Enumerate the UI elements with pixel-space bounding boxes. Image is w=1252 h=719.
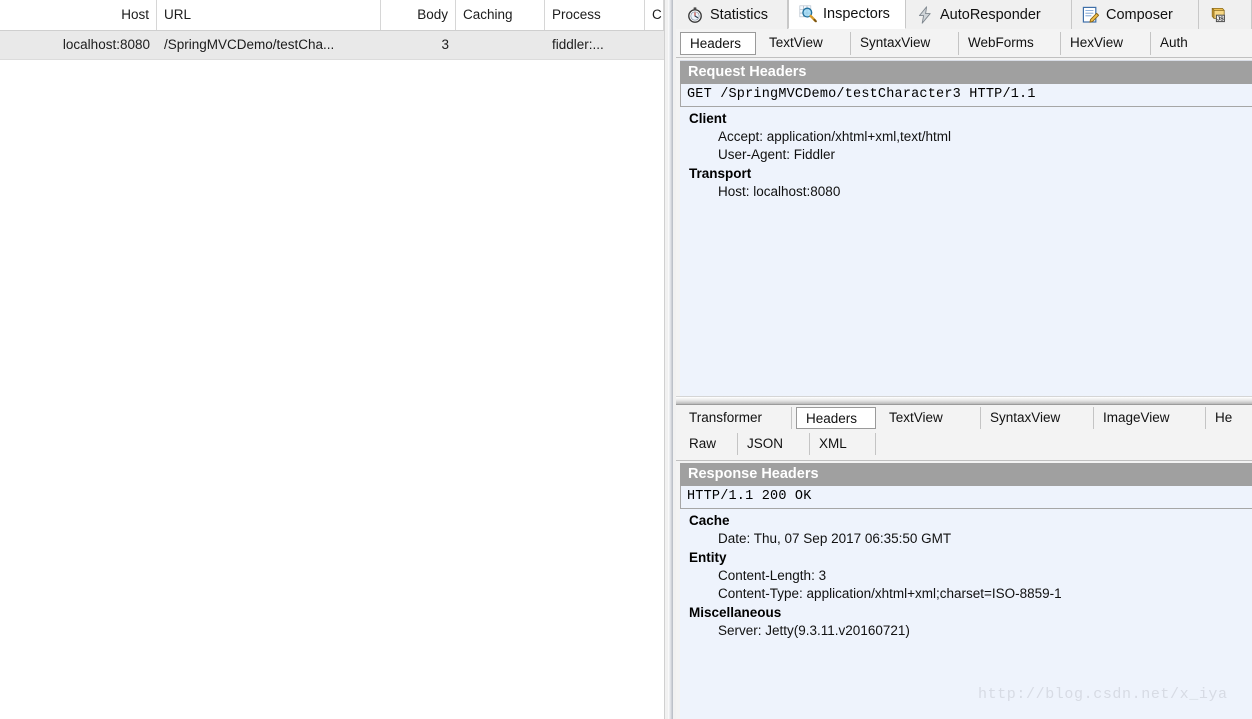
response-subtab-raw[interactable]: Raw (680, 433, 738, 455)
request-tab-textview[interactable]: TextView (760, 32, 851, 55)
response-tab-syntaxview[interactable]: SyntaxView (981, 407, 1094, 429)
session-grid-header: Host URL Body Caching Process C (0, 0, 664, 31)
table-cell: /SpringMVCDemo/testCha... (164, 37, 335, 52)
response-tab-he[interactable]: He (1206, 407, 1252, 429)
response-tab-strip-primary[interactable]: Transformer Headers TextView SyntaxView Imag… (676, 405, 1252, 431)
header-item[interactable]: Content-Type: application/xhtml+xml;char… (680, 583, 1252, 601)
svg-text:JS: JS (1217, 16, 1224, 22)
lightning-icon (918, 5, 931, 24)
horizontal-splitter[interactable] (676, 396, 1252, 405)
request-tab-headers[interactable]: Headers (680, 32, 756, 55)
header-group-title: Entity (689, 550, 727, 565)
fiddler-window: Host URL Body Caching Process C localhost:808… (0, 0, 1252, 719)
header-item[interactable]: User-Agent: Fiddler (680, 144, 1252, 162)
inspector-panel: Statistics Inspectors AutoResponder Compose… (676, 0, 1252, 719)
column-header-caching[interactable]: Caching (456, 0, 545, 30)
response-tab-strip-secondary[interactable]: Raw JSON XML (676, 431, 1252, 461)
header-item[interactable]: Date: Thu, 07 Sep 2017 06:35:50 GMT (680, 528, 1252, 546)
response-tab-textview[interactable]: TextView (880, 407, 981, 429)
magnifier-icon (799, 5, 817, 23)
header-item[interactable]: Content-Length: 3 (680, 565, 1252, 583)
notepad-pencil-icon (1082, 6, 1100, 23)
request-tab-hexview[interactable]: HexView (1061, 32, 1151, 55)
table-cell: fiddler:... (552, 37, 604, 52)
main-tab-strip[interactable]: Statistics Inspectors AutoResponder Compose… (676, 0, 1252, 29)
response-subtab-blank-3[interactable] (876, 433, 898, 455)
fiddlerscript-js-icon: JS (1211, 7, 1225, 22)
response-headers-view: Response Headers HTTP/1.1 200 OK Cache Da… (680, 463, 1252, 719)
response-subtab-json[interactable]: JSON (738, 433, 810, 455)
column-header-process[interactable]: Process (545, 0, 645, 30)
header-item[interactable]: Host: localhost:8080 (680, 181, 1252, 199)
response-subtab-xml[interactable]: XML (810, 433, 876, 455)
tab-label: Composer (1106, 6, 1173, 23)
request-headers-banner: Request Headers (680, 61, 1252, 84)
session-grid-rows[interactable]: localhost:8080/SpringMVCDemo/testCha... 3… (0, 31, 664, 60)
table-row[interactable]: localhost:8080/SpringMVCDemo/testCha... 3… (0, 31, 664, 60)
response-statusline[interactable]: HTTP/1.1 200 OK (680, 486, 1252, 509)
watermark-url: http://blog.csdn.net/x_iya (978, 686, 1228, 703)
header-item[interactable]: Accept: application/xhtml+xml,text/html (680, 126, 1252, 144)
request-statusline[interactable]: GET /SpringMVCDemo/testCharacter3 HTTP/1… (680, 84, 1252, 107)
response-tab-headers[interactable]: Headers (796, 407, 876, 429)
response-header-groups: Cache Date: Thu, 07 Sep 2017 06:35:50 GMT… (680, 509, 1252, 638)
header-group-title: Miscellaneous (689, 605, 782, 620)
tab-label: Inspectors (823, 6, 890, 22)
stopwatch-icon (688, 6, 702, 23)
table-cell (456, 31, 545, 59)
response-tab-imageview[interactable]: ImageView (1094, 407, 1206, 429)
splitter-grip (668, 0, 673, 719)
header-group-title: Cache (689, 513, 730, 528)
tab-label: AutoResponder (940, 6, 1041, 23)
header-item[interactable]: Server: Jetty(9.3.11.v20160721) (680, 620, 1252, 638)
tab-inspectors[interactable]: Inspectors (788, 0, 906, 29)
column-header-c[interactable]: C (645, 0, 664, 30)
request-header-groups: Client Accept: application/xhtml+xml,text… (680, 107, 1252, 199)
request-tab-webforms[interactable]: WebForms (959, 32, 1061, 55)
session-list-grid[interactable]: Host URL Body Caching Process C localhost:808… (0, 0, 664, 719)
response-tab-transformer[interactable]: Transformer (680, 407, 792, 429)
column-header-body[interactable]: Body (381, 0, 456, 30)
tab-fiddlerscript[interactable]: JS (1199, 0, 1252, 29)
request-headers-view: Request Headers GET /SpringMVCDemo/testC… (680, 60, 1252, 396)
column-header-url[interactable]: URL (157, 0, 381, 30)
request-tab-auth[interactable]: Auth (1151, 32, 1211, 55)
tab-composer[interactable]: Composer (1072, 0, 1199, 29)
tab-label: Statistics (710, 6, 769, 23)
table-cell (645, 31, 664, 59)
table-cell: 3 (441, 37, 449, 52)
table-cell: localhost:8080 (62, 37, 150, 52)
tab-statistics[interactable]: Statistics (676, 0, 788, 29)
request-tab-syntaxview[interactable]: SyntaxView (851, 32, 959, 55)
header-group-title: Client (689, 111, 727, 126)
tab-autoresponder[interactable]: AutoResponder (906, 0, 1072, 29)
header-group-title: Transport (689, 166, 752, 181)
column-header-host[interactable]: Host (0, 0, 157, 30)
response-headers-banner: Response Headers (680, 463, 1252, 486)
request-tab-strip[interactable]: Headers TextView SyntaxView WebForms HexView… (676, 29, 1252, 58)
